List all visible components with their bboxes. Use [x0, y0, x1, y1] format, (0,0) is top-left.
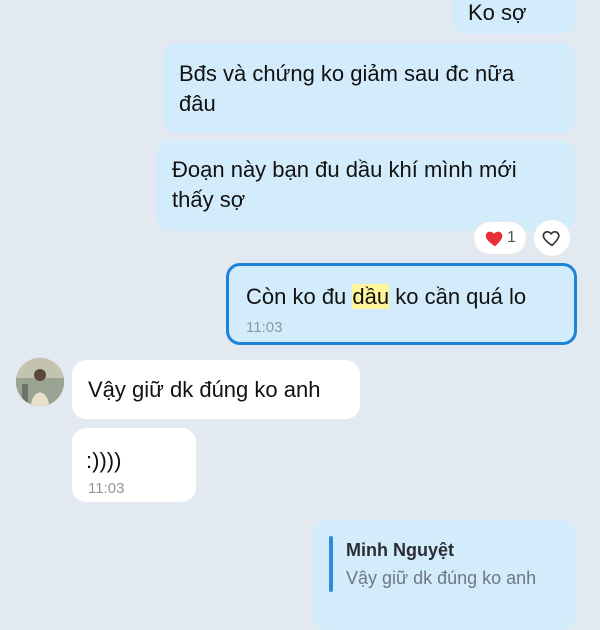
message-text: Đoạn này bạn đu dầu khí mình mới thấy sợ — [172, 157, 517, 212]
message-time: 11:03 — [246, 319, 283, 336]
heart-reaction-badge[interactable]: 1 — [474, 222, 526, 254]
avatar[interactable] — [16, 358, 64, 406]
message-bubble-sent[interactable]: Bđs và chứng ko giảm sau đc nữa đâu — [163, 43, 575, 133]
message-bubble-received[interactable]: :)))) 11:03 — [72, 428, 196, 502]
message-text: Ko sợ — [468, 0, 527, 25]
message-bubble-received[interactable]: Vậy giữ dk đúng ko anh — [72, 360, 360, 419]
reaction-count: 1 — [507, 229, 516, 246]
message-text: Bđs và chứng ko giảm sau đc nữa đâu — [179, 61, 515, 116]
avatar-photo — [16, 358, 64, 406]
search-highlight: dầu — [352, 284, 390, 309]
message-time: 11:03 — [88, 480, 125, 497]
message-text: Còn ko đu dầu ko cần quá lo — [246, 284, 527, 309]
message-bubble-sent[interactable]: Đoạn này bạn đu dầu khí mình mới thấy sợ — [156, 141, 575, 231]
message-text: Vậy giữ dk đúng ko anh — [88, 377, 321, 402]
heart-outline-icon — [542, 230, 560, 247]
message-bubble-sent[interactable]: Ko sợ — [452, 0, 576, 34]
quoted-text: Vậy giữ dk đúng ko anh — [346, 568, 537, 588]
react-button[interactable] — [534, 220, 570, 256]
message-text: :)))) — [86, 448, 122, 473]
quote-bar — [329, 536, 333, 592]
quoted-author: Minh Nguyệt — [346, 540, 454, 560]
message-bubble-sent-selected[interactable]: Còn ko đu dầu ko cần quá lo 11:03 — [226, 263, 577, 345]
heart-icon — [485, 231, 503, 247]
